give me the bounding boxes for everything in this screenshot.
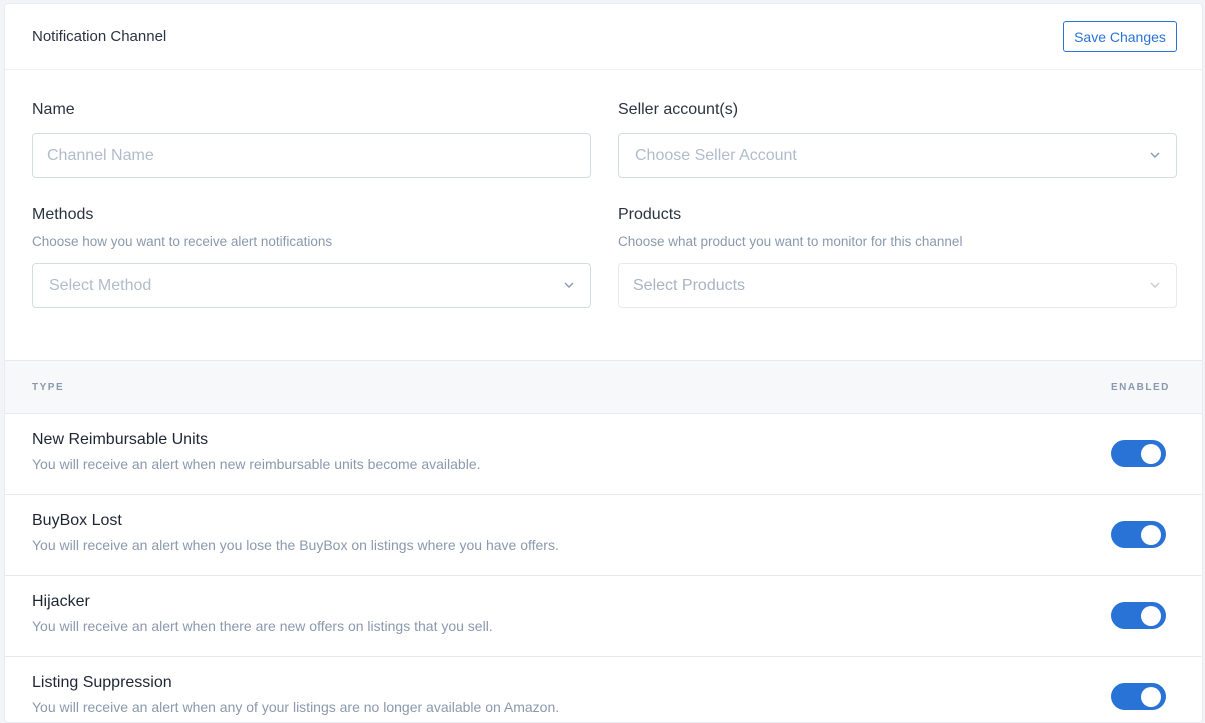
enabled-toggle[interactable] (1111, 602, 1166, 629)
chevron-down-icon (1150, 282, 1160, 288)
chevron-down-icon (1150, 152, 1160, 158)
seller-account-placeholder: Choose Seller Account (635, 146, 797, 164)
alert-type-description: You will receive an alert when you lose … (32, 537, 559, 553)
alert-type-title: BuyBox Lost (32, 512, 122, 529)
seller-account-select[interactable]: Choose Seller Account (618, 133, 1177, 178)
notification-channel-card: Notification Channel Save Changes Name C… (4, 3, 1203, 723)
save-changes-button[interactable]: Save Changes (1063, 21, 1177, 52)
column-header-type: TYPE (32, 382, 65, 393)
name-label: Name (32, 101, 75, 118)
products-placeholder: Select Products (633, 276, 746, 294)
alert-type-description: You will receive an alert when there are… (32, 618, 493, 634)
alert-type-description: You will receive an alert when new reimb… (32, 456, 481, 472)
products-help: Choose what product you want to monitor … (618, 234, 963, 249)
seller-accounts-label: Seller account(s) (618, 101, 739, 118)
card-header: Notification Channel Save Changes (5, 4, 1202, 70)
table-row: BuyBox Lost You will receive an alert wh… (5, 495, 1202, 576)
table-row: Listing Suppression You will receive an … (5, 657, 1202, 722)
enabled-toggle[interactable] (1111, 521, 1166, 548)
enabled-toggle[interactable] (1111, 683, 1166, 710)
methods-label: Methods (32, 206, 94, 223)
column-header-enabled: ENABLED (1111, 382, 1170, 393)
channel-name-placeholder: Channel Name (47, 146, 154, 164)
alert-types-table-header: TYPE ENABLED (5, 360, 1202, 414)
toggle-knob (1141, 687, 1161, 707)
alert-type-title: Hijacker (32, 593, 90, 610)
alert-type-title: Listing Suppression (32, 674, 172, 691)
products-select[interactable]: Select Products (618, 263, 1177, 308)
method-placeholder: Select Method (49, 276, 152, 294)
table-row: New Reimbursable Units You will receive … (5, 414, 1202, 495)
table-row: Hijacker You will receive an alert when … (5, 576, 1202, 657)
page-title: Notification Channel (32, 28, 167, 45)
products-label: Products (618, 206, 682, 223)
channel-name-input[interactable]: Channel Name (32, 133, 591, 178)
enabled-toggle[interactable] (1111, 440, 1166, 467)
toggle-knob (1141, 525, 1161, 545)
methods-help: Choose how you want to receive alert not… (32, 234, 333, 249)
toggle-knob (1141, 606, 1161, 626)
toggle-knob (1141, 444, 1161, 464)
alert-type-description: You will receive an alert when any of yo… (32, 699, 560, 715)
alert-type-title: New Reimbursable Units (32, 431, 209, 448)
chevron-down-icon (564, 282, 574, 288)
method-select[interactable]: Select Method (32, 263, 591, 308)
